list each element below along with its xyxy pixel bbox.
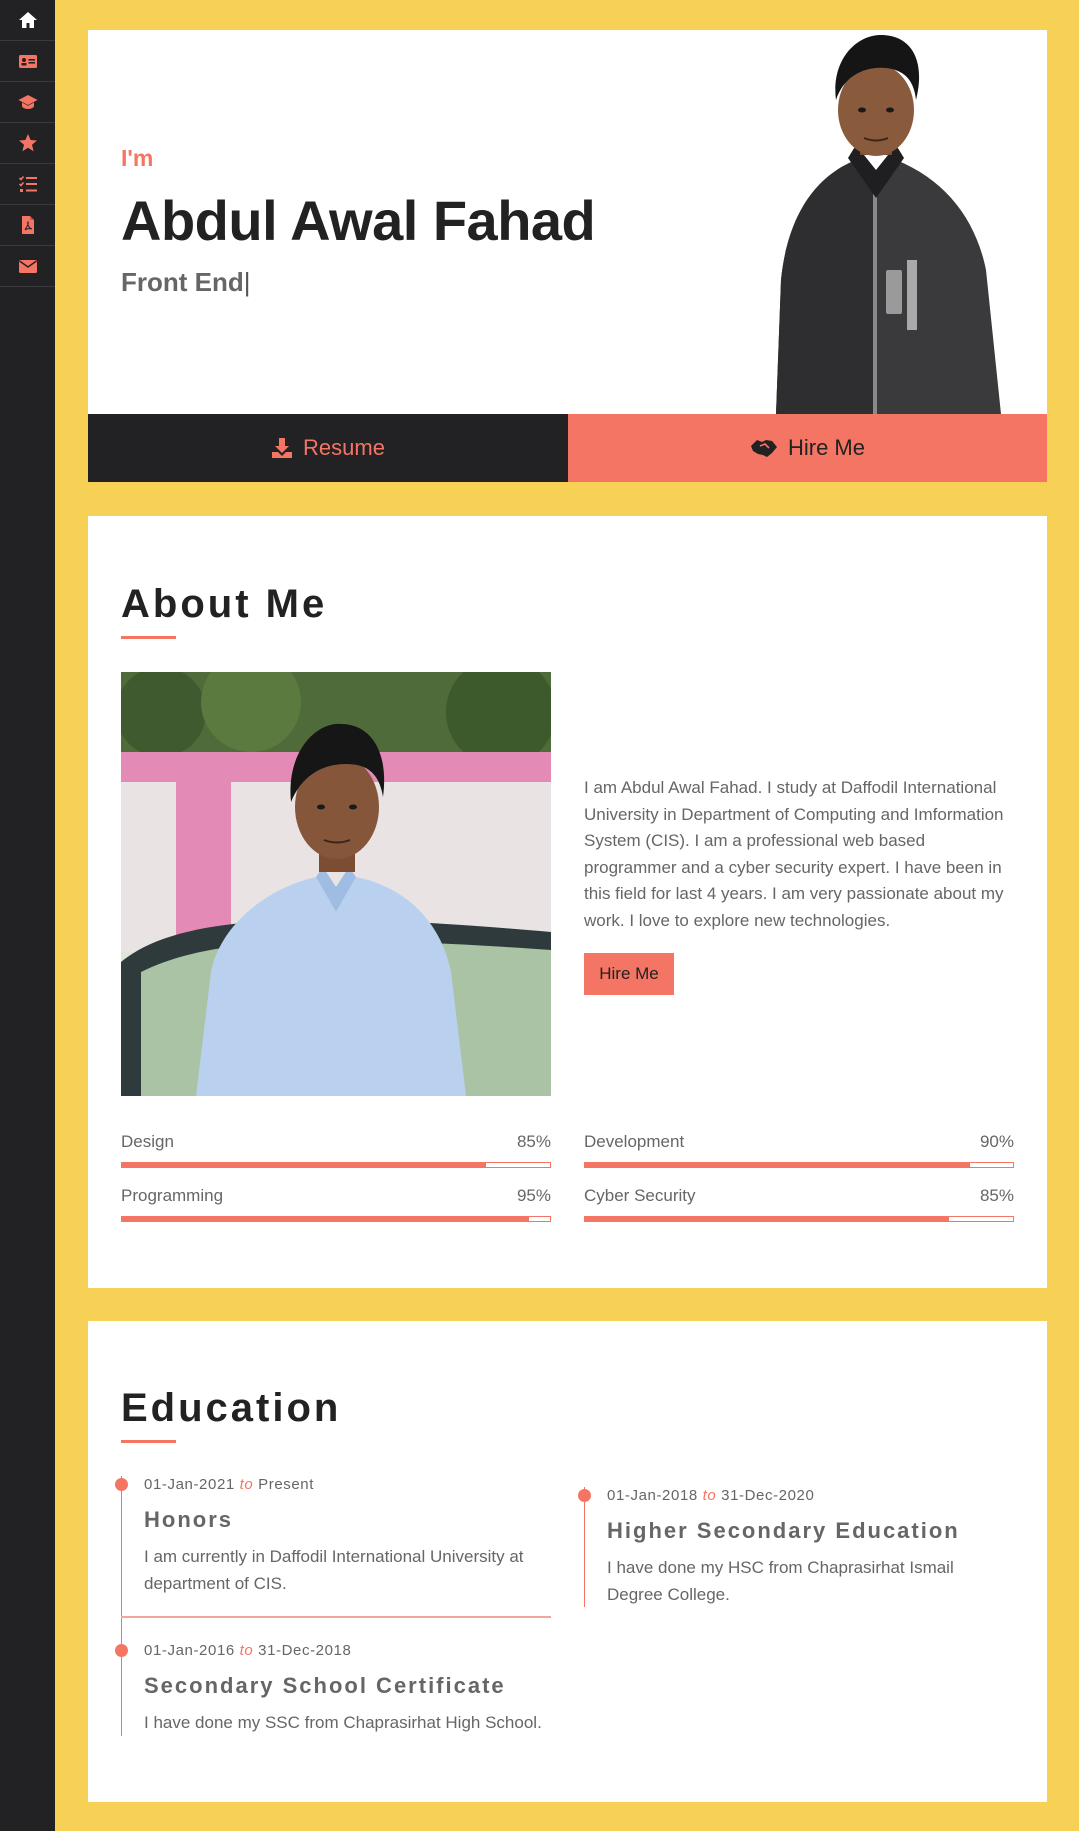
hire-me-button-label: Hire Me bbox=[787, 435, 865, 460]
hero-role-text: Front End bbox=[121, 267, 244, 297]
sidebar-item-skills[interactable] bbox=[0, 123, 55, 164]
sidebar-item-resume[interactable] bbox=[0, 205, 55, 246]
skill-percent: 85% bbox=[979, 1186, 1014, 1205]
education-timeline-right: 01-Jan-2018 to 31-Dec-2020 Higher Second… bbox=[578, 1487, 1014, 1607]
education-item-title: Higher Secondary Education bbox=[607, 1518, 960, 1543]
date-end: 31-Dec-2018 bbox=[258, 1642, 352, 1659]
about-card: About Me I am Abdul Awal Fahad. I study … bbox=[88, 516, 1047, 1288]
timeline-dot bbox=[115, 1644, 128, 1657]
resume-button[interactable]: Resume bbox=[88, 414, 568, 482]
star-icon bbox=[18, 134, 37, 152]
education-item-title: Secondary School Certificate bbox=[144, 1673, 506, 1698]
skill-percent: 95% bbox=[516, 1186, 551, 1205]
graduation-cap-icon bbox=[18, 95, 37, 109]
skill-label: Development bbox=[584, 1132, 685, 1151]
sidebar-item-about[interactable] bbox=[0, 41, 55, 82]
skill-cyber-security: Cyber Security 85% bbox=[584, 1186, 1014, 1222]
skill-percent: 90% bbox=[979, 1132, 1014, 1151]
timeline-line bbox=[121, 1476, 122, 1616]
skill-development: Development 90% bbox=[584, 1132, 1014, 1168]
hero-portrait-photo bbox=[776, 35, 1001, 414]
timeline-line bbox=[584, 1487, 585, 1607]
about-hire-me-button[interactable]: Hire Me bbox=[584, 953, 674, 995]
hero-button-row: Resume Hire Me bbox=[88, 414, 1047, 482]
date-connector: to bbox=[239, 1642, 254, 1659]
date-end: Present bbox=[258, 1476, 315, 1493]
skill-progress-bar bbox=[584, 1216, 1014, 1222]
education-title-underline bbox=[121, 1440, 176, 1443]
typing-cursor: | bbox=[243, 267, 251, 297]
skill-programming: Programming 95% bbox=[121, 1186, 551, 1222]
skill-progress-fill bbox=[122, 1163, 486, 1167]
download-icon bbox=[272, 438, 293, 458]
skill-progress-fill bbox=[122, 1217, 529, 1221]
education-item-title: Honors bbox=[144, 1507, 233, 1532]
timeline-dot bbox=[115, 1478, 128, 1491]
hire-me-button[interactable]: Hire Me bbox=[568, 414, 1047, 482]
timeline-line bbox=[121, 1618, 122, 1736]
education-item-date: 01-Jan-2016 to 31-Dec-2018 bbox=[144, 1642, 351, 1659]
date-end: 31-Dec-2020 bbox=[721, 1487, 815, 1504]
education-item-date: 01-Jan-2021 to Present bbox=[144, 1476, 314, 1493]
hero-name: Abdul Awal Fahad bbox=[121, 189, 596, 252]
skill-design: Design 85% bbox=[121, 1132, 551, 1168]
sidebar-item-experience[interactable] bbox=[0, 164, 55, 205]
about-title: About Me bbox=[121, 582, 328, 626]
sidebar-item-contact[interactable] bbox=[0, 246, 55, 287]
timeline-divider bbox=[121, 1616, 551, 1618]
education-item-desc: I have done my HSC from Chaprasirhat Ism… bbox=[607, 1558, 954, 1604]
skill-progress-fill bbox=[585, 1163, 971, 1167]
id-card-icon bbox=[18, 55, 37, 68]
skill-progress-fill bbox=[585, 1217, 949, 1221]
resume-button-label: Resume bbox=[303, 435, 385, 460]
about-bio: I am Abdul Awal Fahad. I study at Daffod… bbox=[584, 778, 1004, 930]
sidebar-item-home[interactable] bbox=[0, 0, 55, 41]
home-icon bbox=[18, 12, 37, 28]
date-start: 01-Jan-2016 bbox=[144, 1642, 235, 1659]
about-photo bbox=[121, 672, 551, 1096]
hero-role: Front End| bbox=[121, 267, 251, 298]
date-connector: to bbox=[702, 1487, 717, 1504]
skill-label: Design bbox=[121, 1132, 174, 1151]
date-start: 01-Jan-2018 bbox=[607, 1487, 698, 1504]
handshake-icon bbox=[750, 440, 777, 457]
education-item-desc: I have done my SSC from Chaprasirhat Hig… bbox=[144, 1713, 542, 1732]
skill-label: Cyber Security bbox=[584, 1186, 696, 1205]
education-item-date: 01-Jan-2018 to 31-Dec-2020 bbox=[607, 1487, 814, 1504]
skill-label: Programming bbox=[121, 1186, 224, 1205]
date-connector: to bbox=[239, 1476, 254, 1493]
hero-intro: I'm bbox=[121, 145, 154, 171]
education-card: Education 01-Jan-2021 to Present Honors … bbox=[88, 1321, 1047, 1802]
file-pdf-icon bbox=[21, 216, 34, 234]
sidebar-item-education[interactable] bbox=[0, 82, 55, 123]
hero-card: I'm Abdul Awal Fahad Front End| Resume H… bbox=[88, 30, 1047, 482]
envelope-icon bbox=[18, 260, 37, 273]
education-item-desc: I am currently in Daffodil International… bbox=[144, 1547, 524, 1593]
timeline-dot bbox=[578, 1489, 591, 1502]
task-list-icon bbox=[18, 175, 37, 192]
education-title: Education bbox=[121, 1386, 342, 1430]
skill-percent: 85% bbox=[516, 1132, 551, 1151]
date-start: 01-Jan-2021 bbox=[144, 1476, 235, 1493]
skill-progress-bar bbox=[121, 1162, 551, 1168]
skill-progress-bar bbox=[584, 1162, 1014, 1168]
sidebar-nav bbox=[0, 0, 55, 1831]
education-timeline-left: 01-Jan-2021 to Present Honors I am curre… bbox=[115, 1476, 551, 1736]
skill-progress-bar bbox=[121, 1216, 551, 1222]
about-title-underline bbox=[121, 636, 176, 639]
